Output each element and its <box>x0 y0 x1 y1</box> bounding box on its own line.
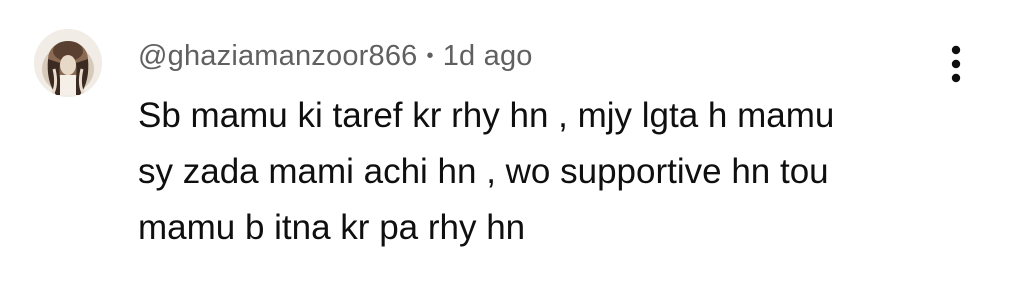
comment-menu-button[interactable] <box>936 36 976 92</box>
comment-timestamp[interactable]: 1d ago <box>443 40 533 73</box>
user-avatar-image <box>34 29 102 97</box>
comment-header: @ghaziamanzoor866 • 1d ago <box>138 36 533 76</box>
comment-text: Sb mamu ki taref kr rhy hn , mjy lgta h … <box>138 88 938 256</box>
more-vertical-icon <box>951 45 961 83</box>
comment-item: @ghaziamanzoor866 • 1d ago Sb mamu ki ta… <box>0 0 1024 286</box>
meta-separator: • <box>426 44 434 67</box>
comment-text-line: Sb mamu ki taref kr rhy hn , mjy lgta h … <box>138 96 835 135</box>
comment-text-line: mamu b itna kr pa rhy hn <box>138 208 526 247</box>
comment-text-line: sy zada mami achi hn , wo supportive hn … <box>138 152 829 191</box>
avatar[interactable] <box>34 29 102 97</box>
comment-author[interactable]: @ghaziamanzoor866 <box>138 40 418 73</box>
